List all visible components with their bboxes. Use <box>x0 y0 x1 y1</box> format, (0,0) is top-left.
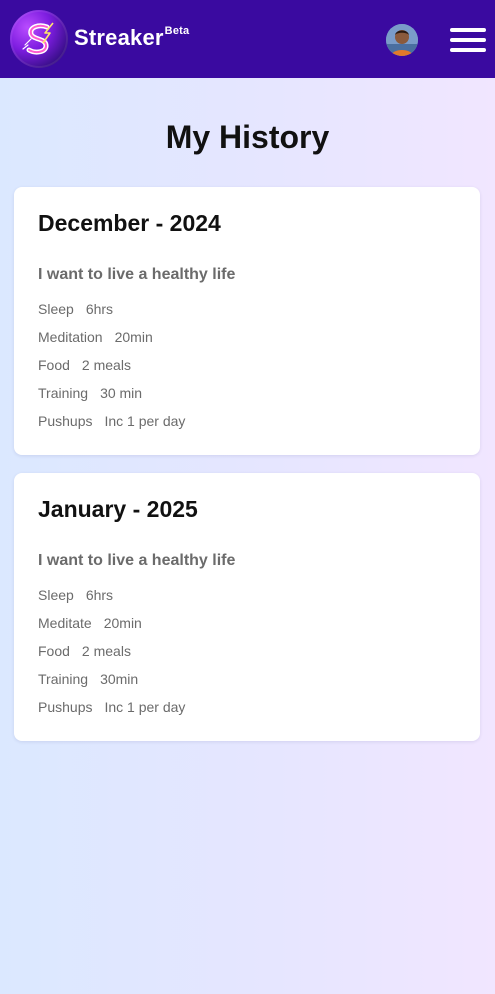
history-card-january-2025[interactable]: January - 2025 I want to live a healthy … <box>14 473 480 741</box>
goal-text: I want to live a healthy life <box>38 266 236 283</box>
habit-value: Inc 1 per day <box>104 413 186 429</box>
habit-label: Sleep <box>38 587 74 603</box>
habit-label: Food <box>38 643 70 659</box>
habit-row-meditate: Meditate 20min <box>38 609 456 637</box>
habit-row-pushups: Pushups Inc 1 per day <box>38 693 456 721</box>
habit-label: Sleep <box>38 301 74 317</box>
page-title: My History <box>165 119 330 155</box>
user-avatar-icon[interactable] <box>386 24 418 56</box>
habit-row-training: Training 30 min <box>38 379 456 407</box>
habit-value: 30min <box>100 671 139 687</box>
habit-row-training: Training 30min <box>38 665 456 693</box>
hamburger-menu-icon[interactable] <box>450 28 486 52</box>
habit-value: 30 min <box>100 385 143 401</box>
avatar-graphic <box>386 24 418 56</box>
habit-list: Sleep 6hrs Meditate 20min Food 2 meals T… <box>38 581 456 721</box>
lightning-s-logo-icon[interactable] <box>10 10 68 68</box>
card-title: January - 2025 <box>38 496 198 522</box>
beta-badge: Beta <box>164 25 190 37</box>
card-title: December - 2024 <box>38 210 221 236</box>
habit-label: Pushups <box>38 699 93 715</box>
habit-value: 2 meals <box>81 357 131 373</box>
habit-row-food: Food 2 meals <box>38 637 456 665</box>
goal-text: I want to live a healthy life <box>38 552 236 569</box>
habit-value: 20min <box>103 615 142 631</box>
menu-line-bottom <box>450 48 486 52</box>
habit-row-sleep: Sleep 6hrs <box>38 581 456 609</box>
history-card-december-2024[interactable]: December - 2024 I want to live a healthy… <box>14 187 480 455</box>
habit-list: Sleep 6hrs Meditation 20min Food 2 meals… <box>38 295 456 435</box>
habit-value: 2 meals <box>81 643 131 659</box>
habit-label: Food <box>38 357 70 373</box>
top-navigation-bar: StreakerBeta <box>0 0 495 78</box>
habit-value: 6hrs <box>85 587 114 603</box>
habit-label: Training <box>38 385 89 401</box>
habit-row-meditation: Meditation 20min <box>38 323 456 351</box>
habit-value: Inc 1 per day <box>104 699 186 715</box>
menu-line-top <box>450 28 486 32</box>
habit-label: Training <box>38 671 89 687</box>
habit-label: Meditate <box>38 615 92 631</box>
menu-line-middle <box>450 38 486 42</box>
habit-value: 20min <box>114 329 153 345</box>
habit-value: 6hrs <box>85 301 114 317</box>
habit-label: Pushups <box>38 413 93 429</box>
habit-row-pushups: Pushups Inc 1 per day <box>38 407 456 435</box>
habit-label: Meditation <box>38 329 103 345</box>
brand-label: Streaker <box>74 25 164 50</box>
brand-name[interactable]: StreakerBeta <box>74 25 189 51</box>
habit-row-sleep: Sleep 6hrs <box>38 295 456 323</box>
logo-graphic <box>22 22 54 55</box>
habit-row-food: Food 2 meals <box>38 351 456 379</box>
